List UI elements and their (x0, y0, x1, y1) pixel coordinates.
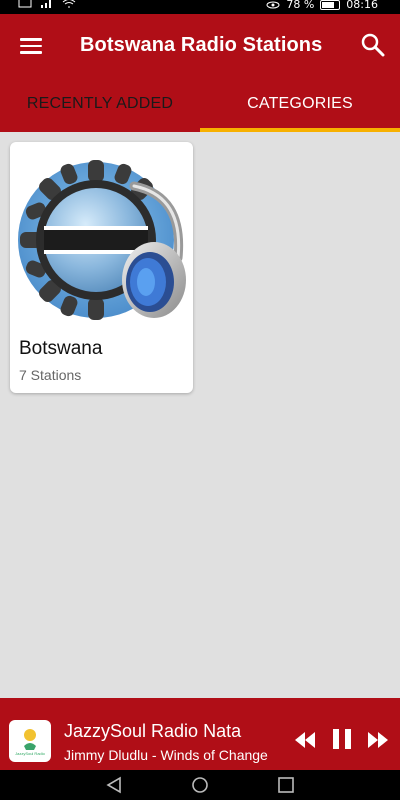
search-icon[interactable] (360, 32, 386, 58)
botswana-radio-headphones-icon (18, 160, 186, 320)
battery-icon (320, 0, 341, 10)
app-title: Botswana Radio Stations (80, 34, 323, 56)
category-station-count: 7 Stations (19, 367, 82, 383)
tab-bar: RECENTLY ADDED CATEGORIES (0, 80, 400, 132)
back-icon[interactable] (104, 776, 124, 794)
notification-icon (18, 0, 32, 8)
thumbnail-caption: JazzySoul Radio (15, 751, 45, 756)
fast-forward-icon[interactable] (366, 730, 390, 750)
pause-icon[interactable] (332, 728, 352, 750)
now-playing-bar[interactable]: JazzySoul Radio JazzySoul Radio Nata Jim… (0, 698, 400, 770)
now-playing-station: JazzySoul Radio Nata (64, 721, 242, 741)
clock: 08:16 (346, 0, 378, 11)
wifi-icon (62, 0, 76, 8)
tab-categories[interactable]: CATEGORIES (200, 80, 400, 132)
signal-icon (41, 0, 51, 8)
recents-icon[interactable] (276, 776, 296, 794)
hamburger-icon[interactable] (18, 34, 44, 60)
eye-icon (266, 1, 280, 8)
home-icon[interactable] (190, 776, 210, 794)
tab-indicator (200, 128, 400, 132)
category-card-botswana[interactable]: Botswana 7 Stations (10, 142, 193, 393)
category-title: Botswana (19, 338, 103, 359)
rewind-icon[interactable] (293, 730, 317, 750)
battery-percentage: 78 % (286, 0, 315, 11)
tab-recently-added[interactable]: RECENTLY ADDED (0, 80, 200, 132)
now-playing-track: Jimmy Dludlu - Winds of Change (64, 747, 268, 763)
status-bar: 78 % 08:16 (0, 0, 400, 14)
app-bar: Botswana Radio Stations (0, 14, 400, 80)
system-nav-bar (0, 770, 400, 800)
station-thumbnail: JazzySoul Radio (9, 720, 51, 762)
